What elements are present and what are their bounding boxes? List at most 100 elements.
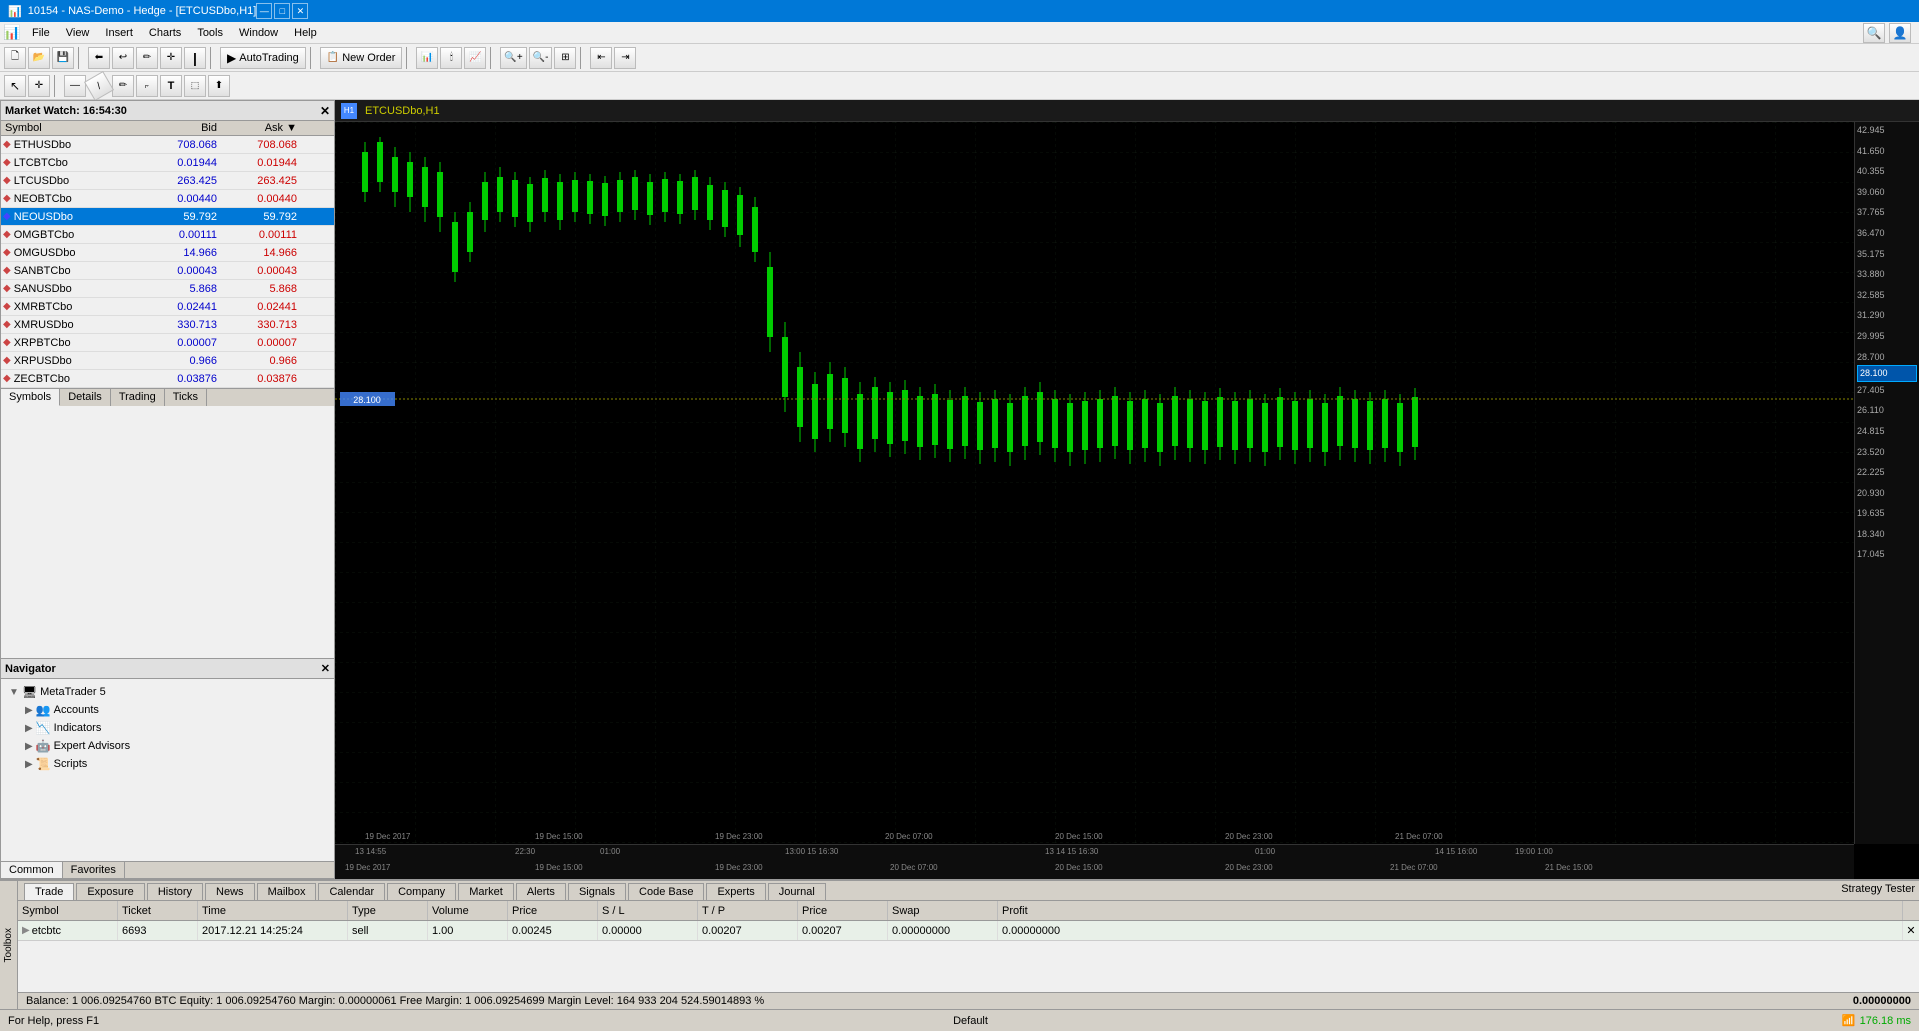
- strategy-tester-tab[interactable]: Strategy Tester: [1841, 883, 1915, 900]
- tab-experts[interactable]: Experts: [706, 883, 765, 900]
- market-watch-row-xrpusdbo[interactable]: ◆ XRPUSDbo 0.966 0.966: [1, 352, 334, 370]
- price-24815: 24.815: [1857, 425, 1917, 438]
- navigator-panel: Navigator ✕ ▼ 🖥 MetaTrader 5 ▶ 👥 Account…: [0, 659, 335, 879]
- col-price: Price: [508, 901, 598, 920]
- new-order-button[interactable]: 📋 New Order: [320, 47, 403, 69]
- symbol-name: OMGUSDbo: [14, 247, 76, 259]
- sep2: [210, 47, 216, 69]
- market-watch-row-neousdbo[interactable]: ◆ NEOUSDbo 59.792 59.792: [1, 208, 334, 226]
- minimize-button[interactable]: —: [256, 3, 272, 19]
- trade-type: sell: [348, 921, 428, 940]
- title-text: 10154 - NAS-Demo - Hedge - [ETCUSDbo,H1]: [28, 5, 257, 17]
- line-chart-button[interactable]: 📈: [464, 47, 486, 69]
- search-button[interactable]: 🔍: [1863, 23, 1885, 43]
- bid-value: 0.00043: [131, 265, 221, 277]
- cursor-button[interactable]: ↖: [4, 75, 26, 97]
- navigator-close[interactable]: ✕: [321, 662, 330, 675]
- scroll-right-button[interactable]: ⇥: [614, 47, 636, 69]
- market-watch-tab-details[interactable]: Details: [60, 389, 111, 406]
- draw-button[interactable]: ✏: [136, 47, 158, 69]
- bid-value: 708.068: [131, 139, 221, 151]
- crosshair2-button[interactable]: ✛: [28, 75, 50, 97]
- svg-text:21 Dec 07:00: 21 Dec 07:00: [1395, 832, 1443, 841]
- menu-window[interactable]: Window: [231, 25, 286, 41]
- market-watch-row-omgbtcbo[interactable]: ◆ OMGBTCbo 0.00111 0.00111: [1, 226, 334, 244]
- crosshair-button[interactable]: ✛: [160, 47, 182, 69]
- undo-button[interactable]: ↩: [112, 47, 134, 69]
- zoom-in-button[interactable]: 🔍+: [500, 47, 526, 69]
- market-watch-row-sanbtcbo[interactable]: ◆ SANBTCbo 0.00043 0.00043: [1, 262, 334, 280]
- market-watch-tab-symbols[interactable]: Symbols: [1, 389, 60, 406]
- menu-file[interactable]: File: [24, 25, 58, 41]
- label-button[interactable]: ⬚: [184, 75, 206, 97]
- market-watch-row-xrpbtcbo[interactable]: ◆ XRPBTCbo 0.00007 0.00007: [1, 334, 334, 352]
- menu-charts[interactable]: Charts: [141, 25, 189, 41]
- autotrading-button[interactable]: ▶ AutoTrading: [220, 47, 306, 69]
- market-watch-close[interactable]: ✕: [320, 104, 330, 118]
- toolbox-vertical-label[interactable]: Toolbox: [3, 928, 14, 962]
- tab-codebase[interactable]: Code Base: [628, 883, 704, 900]
- menu-help[interactable]: Help: [286, 25, 325, 41]
- vertical-line-button[interactable]: |: [184, 47, 206, 69]
- close-trade-button[interactable]: ✕: [1903, 924, 1919, 937]
- line-button[interactable]: /: [84, 70, 114, 100]
- market-watch-row-zecbtcbo[interactable]: ◆ ZECBTCbo 0.03876 0.03876: [1, 370, 334, 388]
- pencil-button[interactable]: ✏: [112, 75, 134, 97]
- tab-trade[interactable]: Trade: [24, 883, 74, 900]
- chart-canvas[interactable]: 28.100 19 Dec 2017 19 Dec 15:00 19 Dec 2…: [335, 122, 1919, 879]
- market-watch-row-xmrusdbo[interactable]: ◆ XMRUSDbo 330.713 330.713: [1, 316, 334, 334]
- market-watch-tab-trading[interactable]: Trading: [111, 389, 165, 406]
- open-button[interactable]: 📂: [28, 47, 50, 69]
- tab-journal[interactable]: Journal: [768, 883, 826, 900]
- menu-tools[interactable]: Tools: [189, 25, 231, 41]
- back-button[interactable]: ⬅: [88, 47, 110, 69]
- diamond-icon: ◆: [3, 283, 11, 294]
- market-watch-row-xmrbtcbo[interactable]: ◆ XMRBTCbo 0.02441 0.02441: [1, 298, 334, 316]
- candle-chart-button[interactable]: 🕯: [440, 47, 462, 69]
- svg-text:19 Dec 15:00: 19 Dec 15:00: [535, 832, 583, 841]
- nav-item-scripts[interactable]: ▶ 📜 Scripts: [5, 755, 330, 773]
- user-button[interactable]: 👤: [1889, 23, 1911, 43]
- market-watch-row-ltcusdbo[interactable]: ◆ LTCUSDbo 263.425 263.425: [1, 172, 334, 190]
- tab-mailbox[interactable]: Mailbox: [257, 883, 317, 900]
- nav-item-indicators[interactable]: ▶ 📉 Indicators: [5, 719, 330, 737]
- bid-value: 0.00007: [131, 337, 221, 349]
- scroll-left-button[interactable]: ⇤: [590, 47, 612, 69]
- text-button[interactable]: T: [160, 75, 182, 97]
- tab-news[interactable]: News: [205, 883, 255, 900]
- chart-area[interactable]: H1 ETCUSDbo,H1: [335, 100, 1919, 879]
- zoom-out-button[interactable]: 🔍-: [529, 47, 553, 69]
- market-watch-row-omgusdbo[interactable]: ◆ OMGUSDbo 14.966 14.966: [1, 244, 334, 262]
- tab-history[interactable]: History: [147, 883, 203, 900]
- date-label-8: 21 Dec 15:00: [1545, 863, 1593, 872]
- tab-signals[interactable]: Signals: [568, 883, 626, 900]
- new-chart-button[interactable]: 🗋: [4, 47, 26, 69]
- nav-item-mt5[interactable]: ▼ 🖥 MetaTrader 5: [5, 683, 330, 701]
- maximize-button[interactable]: □: [274, 3, 290, 19]
- fit-button[interactable]: ⊞: [554, 47, 576, 69]
- market-watch-row-ethusdbo[interactable]: ◆ ETHUSDbo 708.068 708.068: [1, 136, 334, 154]
- date-label-7: 21 Dec 07:00: [1390, 863, 1438, 872]
- tab-company[interactable]: Company: [387, 883, 456, 900]
- nav-tab-favorites[interactable]: Favorites: [63, 862, 125, 878]
- market-watch-tab-ticks[interactable]: Ticks: [165, 389, 207, 406]
- menu-view[interactable]: View: [58, 25, 98, 41]
- tab-market[interactable]: Market: [458, 883, 514, 900]
- fib-button[interactable]: ⟔: [136, 75, 158, 97]
- nav-item-experts[interactable]: ▶ 🤖 Expert Advisors: [5, 737, 330, 755]
- tab-calendar[interactable]: Calendar: [318, 883, 385, 900]
- nav-item-accounts[interactable]: ▶ 👥 Accounts: [5, 701, 330, 719]
- bar-chart-button[interactable]: 📊: [416, 47, 438, 69]
- arrow-button[interactable]: ⬆: [208, 75, 230, 97]
- market-watch-row-neobtcbo[interactable]: ◆ NEOBTCbo 0.00440 0.00440: [1, 190, 334, 208]
- market-watch-row-ltcbtcbo[interactable]: ◆ LTCBTCbo 0.01944 0.01944: [1, 154, 334, 172]
- titlebar: 📊 10154 - NAS-Demo - Hedge - [ETCUSDbo,H…: [0, 0, 1919, 22]
- menu-insert[interactable]: Insert: [97, 25, 141, 41]
- market-watch-row-sanusdbo[interactable]: ◆ SANUSDbo 5.868 5.868: [1, 280, 334, 298]
- hline-button[interactable]: —: [64, 75, 86, 97]
- close-button[interactable]: ✕: [292, 3, 308, 19]
- tab-exposure[interactable]: Exposure: [76, 883, 144, 900]
- save-button[interactable]: 💾: [52, 47, 74, 69]
- tab-alerts[interactable]: Alerts: [516, 883, 566, 900]
- nav-tab-common[interactable]: Common: [1, 862, 63, 878]
